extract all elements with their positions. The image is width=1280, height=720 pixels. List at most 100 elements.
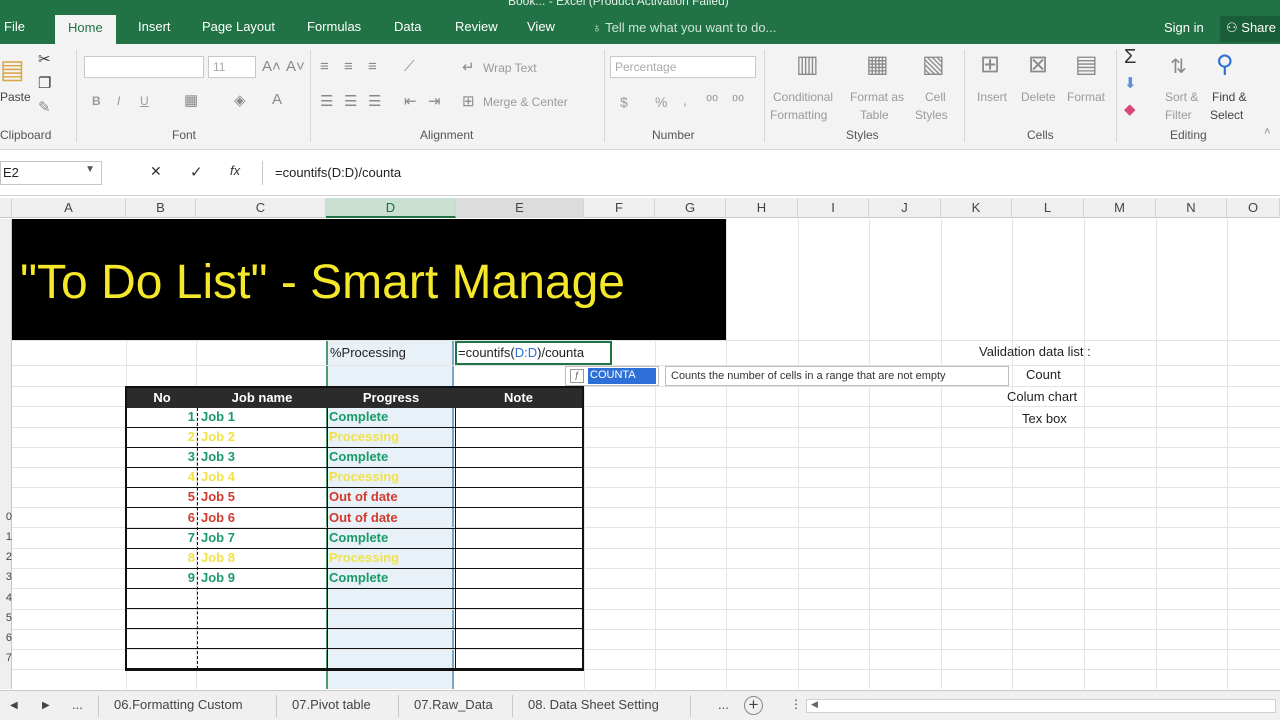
tab-formulas[interactable]: Formulas <box>307 19 361 34</box>
row-header[interactable]: 1 <box>0 531 12 543</box>
column-header-j[interactable]: J <box>869 198 941 218</box>
font-color-icon[interactable]: A <box>272 91 282 108</box>
delete-cells-button[interactable]: Delete <box>1021 90 1056 104</box>
horizontal-scrollbar[interactable]: ◀ <box>806 699 1276 713</box>
add-sheet-button[interactable]: + <box>744 696 763 715</box>
active-cell-e2[interactable]: =countifs(D:D)/counta <box>455 341 612 365</box>
cell-styles-icon[interactable]: ▧ <box>922 50 945 79</box>
orientation-icon[interactable]: ⟋ <box>404 58 415 75</box>
table-row[interactable] <box>127 609 582 629</box>
decrease-font-icon[interactable]: A˅ <box>286 58 305 75</box>
bold-button[interactable]: B <box>92 94 101 108</box>
decrease-indent-icon[interactable]: ⇤ <box>404 92 417 110</box>
format-as-table-line1[interactable]: Format as <box>850 90 904 104</box>
function-autocomplete[interactable]: ƒ COUNTA <box>565 366 659 386</box>
row-header[interactable]: 0 <box>0 511 12 523</box>
collapse-ribbon-icon[interactable]: ˄ <box>1264 126 1270 138</box>
increase-indent-icon[interactable]: ⇥ <box>428 92 441 110</box>
align-bottom-icon[interactable]: ≡ <box>368 58 377 75</box>
sort-filter-line2[interactable]: Filter <box>1165 108 1192 122</box>
format-as-table-line2[interactable]: Table <box>860 108 889 122</box>
cell-job[interactable]: Job 5 <box>201 489 325 504</box>
align-center-icon[interactable]: ☰ <box>344 92 357 110</box>
cell-progress[interactable]: Processing <box>329 429 453 444</box>
cell-job[interactable]: Job 4 <box>201 469 325 484</box>
cell-no[interactable]: 4 <box>127 469 195 484</box>
cell-job[interactable]: Job 9 <box>201 570 325 585</box>
sheet-tab-raw-data[interactable]: 07.Raw_Data <box>414 697 493 712</box>
cell-no[interactable]: 9 <box>127 570 195 585</box>
sort-filter-icon[interactable]: ⇅ <box>1170 54 1187 79</box>
tab-file[interactable]: File <box>4 19 25 34</box>
tab-view[interactable]: View <box>527 19 555 34</box>
cell-progress[interactable]: Processing <box>329 469 453 484</box>
share-button[interactable]: ⚇ Share <box>1220 16 1280 42</box>
cell-no[interactable]: 7 <box>127 530 195 545</box>
decrease-decimal-icon[interactable]: ⁰⁰ <box>732 92 744 110</box>
format-as-table-icon[interactable]: ▦ <box>866 50 889 79</box>
cell-styles-line1[interactable]: Cell <box>925 90 946 104</box>
cell-no[interactable]: 8 <box>127 550 195 565</box>
row-header[interactable]: 6 <box>0 632 12 644</box>
tell-me-box[interactable]: ♁ Tell me what you want to do... <box>592 20 776 35</box>
format-cells-icon[interactable]: ▤ <box>1075 50 1098 79</box>
insert-cells-button[interactable]: Insert <box>977 90 1007 104</box>
align-middle-icon[interactable]: ≡ <box>344 58 353 75</box>
wrap-text-icon[interactable]: ↵ <box>462 58 475 76</box>
cell-job[interactable]: Job 3 <box>201 449 325 464</box>
table-row[interactable]: 4 Job 4 Processing <box>127 468 582 489</box>
paste-label[interactable]: Paste <box>0 90 31 104</box>
font-size-box[interactable]: 11 <box>208 56 256 78</box>
delete-cells-icon[interactable]: ⊠ <box>1028 50 1048 79</box>
comma-button[interactable]: , <box>683 92 687 108</box>
paste-icon[interactable]: ▤ <box>0 54 25 85</box>
column-header-d[interactable]: D <box>326 198 456 218</box>
autocomplete-item-counta[interactable]: COUNTA <box>588 368 656 384</box>
autosum-icon[interactable]: Σ <box>1124 46 1136 69</box>
cell-job[interactable]: Job 8 <box>201 550 325 565</box>
number-format-box[interactable]: Percentage <box>610 56 756 78</box>
cut-icon[interactable]: ✂ <box>38 50 51 68</box>
tab-insert[interactable]: Insert <box>138 19 171 34</box>
formula-input[interactable]: =countifs(D:D)/counta <box>262 161 1280 185</box>
italic-button[interactable]: I <box>117 94 120 108</box>
column-header-f[interactable]: F <box>584 198 655 218</box>
prev-sheet-button[interactable]: ◀ <box>10 700 18 711</box>
font-name-box[interactable] <box>84 56 204 78</box>
cell-no[interactable]: 2 <box>127 429 195 444</box>
cell-job[interactable]: Job 2 <box>201 429 325 444</box>
tab-page-layout[interactable]: Page Layout <box>202 19 275 34</box>
select-all-corner[interactable] <box>0 198 12 218</box>
row-header[interactable]: 3 <box>0 571 12 583</box>
column-header-n[interactable]: N <box>1156 198 1227 218</box>
row-header[interactable]: 7 <box>0 652 12 664</box>
column-header-l[interactable]: L <box>1012 198 1084 218</box>
cell-job[interactable]: Job 7 <box>201 530 325 545</box>
fill-color-icon[interactable]: ◈ <box>234 91 246 109</box>
sort-filter-line1[interactable]: Sort & <box>1165 90 1198 104</box>
worksheet-grid[interactable]: "To Do List" - Smart Manage %Processing … <box>12 219 1280 689</box>
cell-job[interactable]: Job 1 <box>201 409 325 424</box>
next-sheet-button[interactable]: ▶ <box>42 700 50 711</box>
table-row[interactable]: 8 Job 8 Processing <box>127 549 582 569</box>
tab-review[interactable]: Review <box>455 19 498 34</box>
conditional-formatting-line2[interactable]: Formatting <box>770 108 827 122</box>
enter-formula-button[interactable]: ✓ <box>190 163 203 181</box>
currency-button[interactable]: $ <box>620 94 628 110</box>
conditional-formatting-icon[interactable]: ▥ <box>796 50 819 79</box>
format-painter-icon[interactable]: ✎ <box>38 98 51 116</box>
column-header-a[interactable]: A <box>12 198 126 218</box>
format-cells-button[interactable]: Format <box>1067 90 1105 104</box>
borders-icon[interactable]: ▦ <box>184 91 198 109</box>
find-select-line2[interactable]: Select <box>1210 108 1243 122</box>
percent-button[interactable]: % <box>655 94 667 110</box>
column-header-g[interactable]: G <box>655 198 726 218</box>
table-row[interactable] <box>127 589 582 609</box>
name-box[interactable]: E2 ▼ <box>0 161 102 185</box>
clear-icon[interactable]: ◆ <box>1124 100 1136 118</box>
table-row[interactable] <box>127 649 582 670</box>
row-header[interactable]: 4 <box>0 592 12 604</box>
table-row[interactable]: 7 Job 7 Complete <box>127 529 582 549</box>
cell-progress[interactable]: Out of date <box>329 510 453 525</box>
conditional-formatting-line1[interactable]: Conditional <box>773 90 833 104</box>
